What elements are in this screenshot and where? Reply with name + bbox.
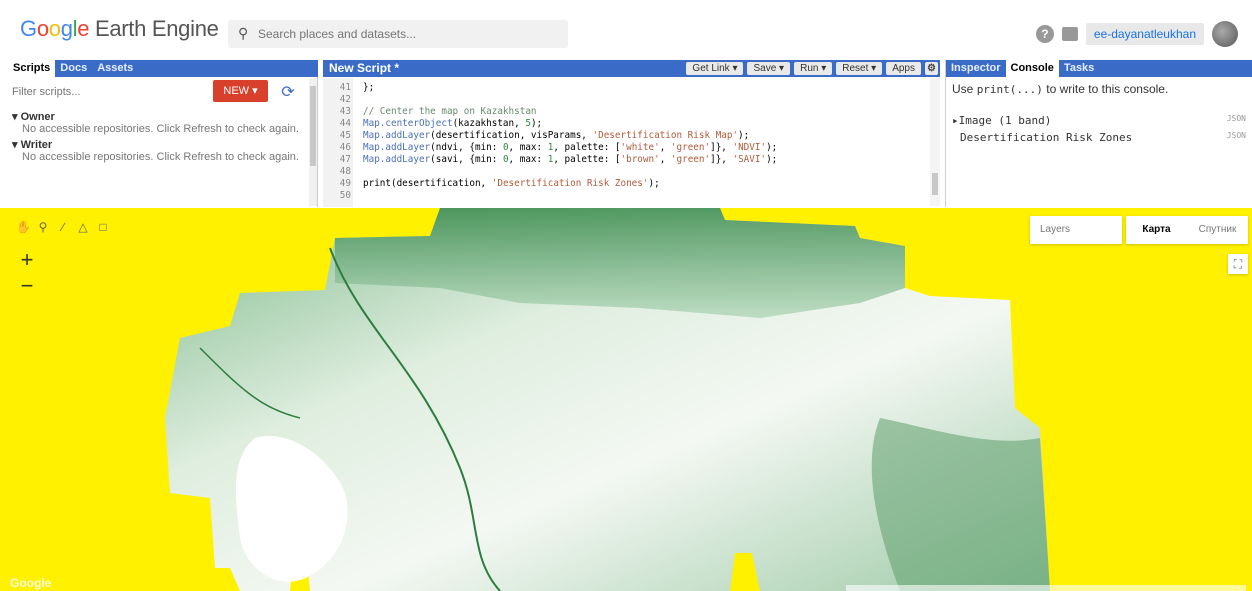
tab-docs[interactable]: Docs xyxy=(55,60,92,77)
console-hint: Use print(...) to write to this console. xyxy=(952,82,1169,96)
group-label: Owner xyxy=(20,111,55,123)
refresh-icon[interactable]: ⟳ xyxy=(278,82,298,102)
tab-assets[interactable]: Assets xyxy=(92,60,138,77)
header-actions: ? ee-dayanatleukhan xyxy=(1035,20,1238,48)
tree-group-writer[interactable]: ▾ Writer xyxy=(12,138,307,151)
code-text: Map.addLayer(desertification, visParams,… xyxy=(363,130,750,141)
console-panel: Inspector Console Tasks Use print(...) to … xyxy=(945,60,1252,207)
apps-button[interactable]: Apps xyxy=(886,62,921,75)
code-line[interactable]: 42 xyxy=(323,94,923,105)
line-number: 43 xyxy=(339,106,351,117)
new-button[interactable]: NEW ▾ xyxy=(213,80,268,102)
search-icon: ⚲ xyxy=(238,25,249,41)
get-link-button[interactable]: Get Link ▾ xyxy=(686,62,744,75)
line-number: 44 xyxy=(339,118,351,129)
map-type-satellite[interactable]: Спутник xyxy=(1187,216,1248,244)
code-line[interactable]: 46 Map.addLayer(ndvi, {min: 0, max: 1, pa… xyxy=(323,142,923,153)
code-line[interactable]: 44 Map.centerObject(kazakhstan, 5); xyxy=(323,118,923,129)
line-number: 48 xyxy=(339,166,351,177)
code-text: Map.addLayer(savi, {min: 0, max: 1, pale… xyxy=(363,154,778,165)
map-drawing-tools: ✋ ⚲ ∕ △ □ xyxy=(16,220,110,234)
code-text: Map.centerObject(kazakhstan, 5); xyxy=(363,118,543,129)
code-editor-panel: New Script * Get Link ▾ Save ▾ Run ▾ Res… xyxy=(323,60,940,207)
tab-tasks[interactable]: Tasks xyxy=(1059,60,1099,77)
app-logo[interactable]: Google Earth Engine xyxy=(20,16,219,42)
scripts-panel: ScriptsDocsAssets NEW ▾ ⟳ ▾ Owner No acc… xyxy=(8,60,318,207)
pan-hand-icon[interactable]: ✋ xyxy=(16,220,31,234)
tab-scripts[interactable]: Scripts xyxy=(8,60,56,77)
reset-button[interactable]: Reset ▾ xyxy=(836,62,883,75)
line-number: 50 xyxy=(339,190,351,201)
polygon-draw-icon[interactable]: △ xyxy=(76,220,90,234)
panels: ScriptsDocsAssets NEW ▾ ⟳ ▾ Owner No acc… xyxy=(0,60,1252,207)
map-type-toggle: Карта Спутник xyxy=(1126,216,1248,244)
map-view[interactable]: ✋ ⚲ ∕ △ □ + − Layers Карта Спутник ⛶ Goo… xyxy=(0,208,1252,591)
layers-control[interactable]: Layers xyxy=(1030,216,1122,244)
script-tree: ▾ Owner No accessible repositories. Clic… xyxy=(12,108,307,204)
left-panel-tabs: Scripts Docs Assets xyxy=(8,60,318,77)
code-line[interactable]: 50 xyxy=(323,190,923,201)
console-log-entry[interactable]: Desertification Risk Zones JSON xyxy=(952,131,1252,144)
console-log-entry[interactable]: ▸Image (1 band) JSON xyxy=(952,114,1252,127)
group-note: No accessible repositories. Click Refres… xyxy=(22,151,299,163)
google-watermark: Google xyxy=(10,576,52,590)
right-panel-tabs: Inspector Console Tasks xyxy=(946,60,1252,77)
editor-header: New Script * Get Link ▾ Save ▾ Run ▾ Res… xyxy=(323,60,940,77)
help-icon[interactable]: ? xyxy=(1035,25,1054,43)
zoom-controls: + − xyxy=(14,248,40,300)
code-line[interactable]: 48 xyxy=(323,166,923,177)
code-line[interactable]: 41}; xyxy=(323,82,923,93)
point-marker-icon[interactable]: ⚲ xyxy=(36,220,50,234)
gear-icon[interactable]: ⚙ xyxy=(925,62,938,75)
zoom-out-button[interactable]: − xyxy=(14,274,40,300)
code-text: // Center the map on Kazakhstan xyxy=(363,106,537,117)
search-box[interactable]: ⚲ xyxy=(228,20,568,48)
filter-bar: NEW ▾ ⟳ xyxy=(8,80,308,104)
code-line[interactable]: 47 Map.addLayer(savi, {min: 0, max: 1, pa… xyxy=(323,154,923,165)
map-type-map[interactable]: Карта xyxy=(1126,216,1187,244)
line-number: 47 xyxy=(339,154,351,165)
code-text: print(desertification, 'Desertification … xyxy=(363,178,660,189)
tab-inspector[interactable]: Inspector xyxy=(946,60,1006,77)
zoom-in-button[interactable]: + xyxy=(14,248,40,274)
feedback-icon[interactable] xyxy=(1061,27,1078,41)
run-button[interactable]: Run ▾ xyxy=(794,62,833,75)
editor-toolbar: Get Link ▾ Save ▾ Run ▾ Reset ▾ Apps ⚙ xyxy=(686,60,940,77)
save-button[interactable]: Save ▾ xyxy=(747,62,791,75)
line-draw-icon[interactable]: ∕ xyxy=(56,220,70,234)
search-input[interactable] xyxy=(258,26,558,42)
line-number: 41 xyxy=(339,82,351,93)
code-text: Map.addLayer(ndvi, {min: 0, max: 1, pale… xyxy=(363,142,778,153)
user-account-button[interactable]: ee-dayanatleukhan xyxy=(1085,23,1204,45)
line-number: 49 xyxy=(339,178,351,189)
avatar[interactable] xyxy=(1212,21,1238,47)
fullscreen-icon[interactable]: ⛶ xyxy=(1228,254,1248,274)
code-line[interactable]: 49 print(desertification, 'Desertificatio… xyxy=(323,178,923,189)
code-line[interactable]: 45 Map.addLayer(desertification, visParam… xyxy=(323,130,923,141)
mountain-area xyxy=(871,418,1050,591)
top-bar: Google Earth Engine ⚲ ? ee-dayanatleukha… xyxy=(0,0,1252,60)
line-number: 46 xyxy=(339,142,351,153)
group-label: Writer xyxy=(20,139,53,151)
code-area[interactable]: 41}; 42 43// Center the map on Kazakhstan 4… xyxy=(323,78,940,207)
code-line[interactable]: 43 // Center the map on Kazakhstan xyxy=(323,106,923,117)
filter-scripts-input[interactable] xyxy=(8,82,208,102)
rectangle-draw-icon[interactable]: □ xyxy=(96,220,110,234)
tree-group-owner[interactable]: ▾ Owner xyxy=(12,110,307,123)
map-layer xyxy=(165,208,1050,591)
editor-scrollbar[interactable] xyxy=(930,78,940,206)
map-attribution xyxy=(846,585,1246,591)
line-number: 45 xyxy=(339,130,351,141)
code-text: }; xyxy=(363,82,375,93)
tab-console[interactable]: Console xyxy=(1005,60,1059,77)
script-title: New Script * xyxy=(329,61,400,75)
group-note: No accessible repositories. Click Refres… xyxy=(22,123,299,135)
line-number: 42 xyxy=(339,94,351,105)
scripts-scrollbar[interactable] xyxy=(309,78,317,206)
